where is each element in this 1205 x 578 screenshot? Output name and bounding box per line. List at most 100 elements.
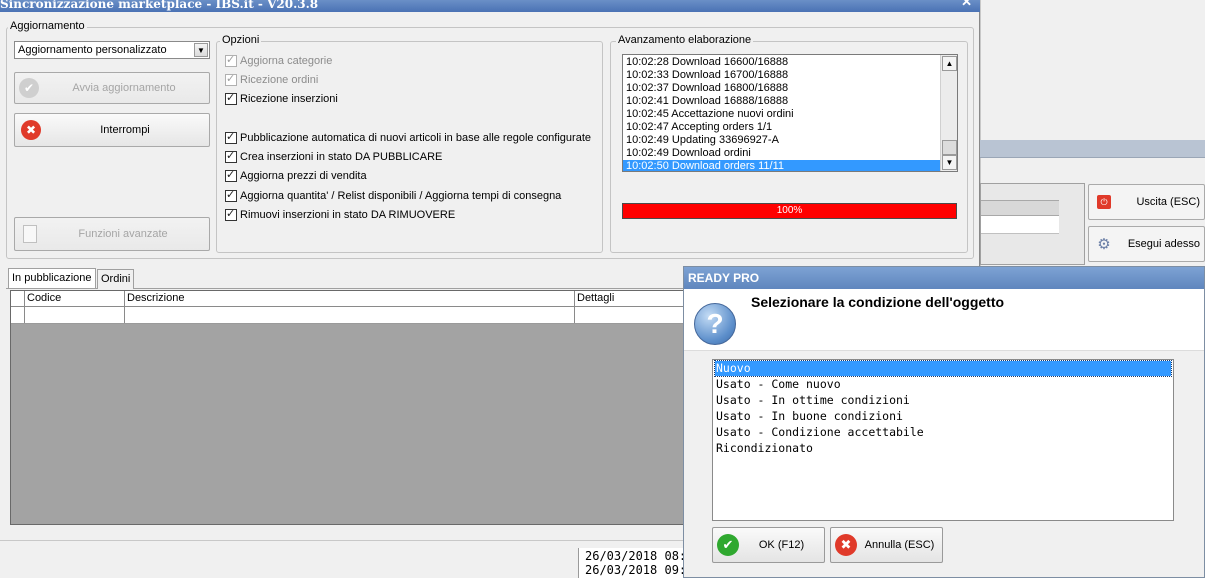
condition-option[interactable]: Ricondizionato [715,441,1171,456]
checkbox[interactable] [225,149,237,163]
option-crea-inserzioni[interactable]: Crea inserzioni in stato DA PUBBLICARE [225,149,442,165]
scroll-thumb[interactable] [942,140,957,155]
status-dates-cell: 26/03/2018 08:0 26/03/2018 09:5 [578,548,683,578]
log-line-selected: 10:02:50 Download orders 11/11 [623,160,941,171]
option-label: Ricezione inserzioni [240,93,338,105]
option-label: Pubblicazione automatica di nuovi artico… [240,132,591,144]
cancel-icon: ✖ [835,534,857,556]
checkbox[interactable] [225,72,237,86]
progress-label: 100% [776,205,803,216]
option-label: Aggiorna quantita' / Relist disponibili … [240,190,562,202]
log-line: 10:02:28 Download 16600/16888 [626,56,789,68]
funzioni-avanzate-label: Funzioni avanzate [78,228,168,240]
condition-list[interactable]: Nuovo Usato - Come nuovo Usato - In otti… [712,359,1174,521]
status-date: 26/03/2018 09:5 [585,563,683,577]
tab-in-pubblicazione[interactable]: In pubblicazione [8,268,96,288]
esegui-adesso-button-label: Esegui adesso [1127,238,1200,250]
update-mode-value: Aggiornamento personalizzato [18,44,167,56]
checkbox[interactable] [225,130,237,144]
scroll-up-icon[interactable]: ▲ [942,56,957,71]
ok-button[interactable]: ✔ OK (F12) [712,527,825,563]
avvia-aggiornamento-button[interactable]: ✔ Avvia aggiornamento [14,72,210,104]
table-cell[interactable] [574,307,684,323]
esegui-adesso-button[interactable]: ⚙ Esegui adesso [1088,226,1205,262]
log-line: 10:02:47 Accepting orders 1/1 [626,121,773,133]
log-line: 10:02:33 Download 16700/16888 [626,69,789,81]
uscita-button[interactable]: ⏻ Uscita (ESC) [1088,184,1205,220]
option-rimuovi-inserzioni[interactable]: Rimuovi inserzioni in stato DA RIMUOVERE [225,207,455,223]
stop-icon: ✖ [21,120,41,140]
avvia-aggiornamento-label: Avvia aggiornamento [72,82,176,94]
opzioni-legend: Opzioni [220,34,262,46]
log-line: 10:02:49 Download ordini [626,147,751,159]
option-pubblicazione-automatica[interactable]: Pubblicazione automatica di nuovi artico… [225,130,591,146]
gears-icon: ⚙ [1097,236,1111,253]
option-aggiorna-prezzi[interactable]: Aggiorna prezzi di vendita [225,168,367,184]
annulla-button-label: Annulla (ESC) [864,539,935,551]
condition-option[interactable]: Usato - In buone condizioni [715,409,1171,424]
option-label: Crea inserzioni in stato DA PUBBLICARE [240,151,443,163]
background-grid-row [981,216,1059,234]
document-icon [23,225,37,243]
background-grid-header [981,200,1059,216]
background-window-titlebar [980,140,1205,158]
tab-ordini[interactable]: Ordini [97,269,135,289]
option-ricezione-inserzioni[interactable]: Ricezione inserzioni [225,91,338,107]
column-header-dettagli[interactable]: Dettagli [574,291,684,306]
avanzamento-legend: Avanzamento elaborazione [616,34,754,46]
condition-option[interactable]: Usato - Condizione accettabile [715,425,1171,440]
status-date: 26/03/2018 08:0 [585,549,683,563]
dialog-question: Selezionare la condizione dell'oggetto [751,294,1005,310]
table-row[interactable] [11,307,684,324]
window-title: Sincronizzazione marketplace - IBS.it - … [0,0,319,11]
annulla-button[interactable]: ✖ Annulla (ESC) [830,527,943,563]
checkbox[interactable] [225,207,237,221]
option-ricezione-ordini[interactable]: Ricezione ordini [225,72,318,88]
ok-button-label: OK (F12) [758,539,805,551]
interrompi-label: Interrompi [100,124,150,136]
chevron-down-icon[interactable]: ▼ [194,43,208,57]
window-titlebar: Sincronizzazione marketplace - IBS.it - … [0,0,980,12]
checkbox[interactable] [225,91,237,105]
dialog-title: READY PRO [684,267,1204,289]
aggiornamento-legend: Aggiornamento [8,20,87,32]
check-icon: ✔ [19,78,39,98]
option-aggiorna-quantita[interactable]: Aggiorna quantita' / Relist disponibili … [225,188,561,204]
condition-option[interactable]: Usato - In ottime condizioni [715,393,1171,408]
log-line: 10:02:49 Updating 33696927-A [626,134,779,146]
progress-log-list[interactable]: 10:02:28 Download 16600/16888 10:02:33 D… [622,54,958,172]
condition-dialog: READY PRO ? Selezionare la condizione de… [683,266,1205,578]
checkbox[interactable] [225,168,237,182]
update-mode-select[interactable]: Aggiornamento personalizzato ▼ [14,41,210,59]
log-scrollbar[interactable]: ▲ ▼ [940,55,957,171]
option-label: Ricezione ordini [240,74,319,86]
log-line: 10:02:37 Download 16800/16888 [626,82,789,94]
uscita-button-label: Uscita (ESC) [1136,196,1200,208]
close-icon[interactable]: ✕ [961,0,972,9]
listings-grid[interactable]: Codice Descrizione Dettagli [10,290,685,525]
grid-header: Codice Descrizione Dettagli [11,291,684,307]
dialog-header: ? Selezionare la condizione dell'oggetto [684,289,1204,351]
option-label: Aggiorna categorie [240,55,333,67]
checkbox[interactable] [225,53,237,67]
table-cell[interactable] [24,307,124,323]
log-line: 10:02:41 Download 16888/16888 [626,95,789,107]
option-label: Aggiorna prezzi di vendita [240,170,367,182]
column-header-descrizione[interactable]: Descrizione [124,291,574,306]
table-cell[interactable] [124,307,574,323]
log-line: 10:02:45 Accettazione nuovi ordini [626,108,794,120]
question-icon: ? [694,303,736,345]
option-label: Rimuovi inserzioni in stato DA RIMUOVERE [240,209,456,221]
scroll-down-icon[interactable]: ▼ [942,155,957,170]
checkbox[interactable] [225,188,237,202]
background-grid-panel [980,183,1085,265]
condition-option[interactable]: Usato - Come nuovo [715,377,1171,392]
power-icon: ⏻ [1097,195,1111,209]
progress-bar: 100% [622,203,957,219]
interrompi-button[interactable]: ✖ Interrompi [14,113,210,147]
option-aggiorna-categorie[interactable]: Aggiorna categorie [225,53,332,69]
funzioni-avanzate-button[interactable]: Funzioni avanzate [14,217,210,251]
condition-option-selected[interactable]: Nuovo [714,360,1172,377]
ok-check-icon: ✔ [717,534,739,556]
column-header-codice[interactable]: Codice [24,291,124,306]
